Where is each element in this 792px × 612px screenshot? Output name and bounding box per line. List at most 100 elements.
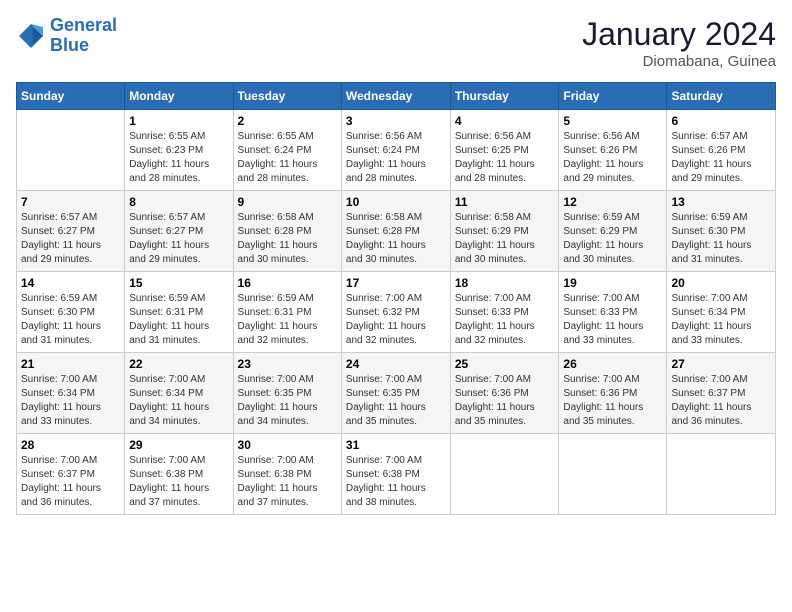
- day-number: 18: [455, 276, 555, 290]
- day-info: Sunrise: 6:57 AMSunset: 6:27 PMDaylight:…: [21, 211, 120, 267]
- day-info: Sunrise: 6:58 AMSunset: 6:28 PMDaylight:…: [238, 211, 337, 267]
- day-number: 23: [238, 357, 337, 371]
- day-number: 5: [563, 114, 662, 128]
- calendar-cell: 14 Sunrise: 6:59 AMSunset: 6:30 PMDayligh…: [17, 272, 125, 353]
- calendar-cell: 4 Sunrise: 6:56 AMSunset: 6:25 PMDaylight…: [450, 110, 559, 191]
- calendar-cell: 2 Sunrise: 6:55 AMSunset: 6:24 PMDaylight…: [233, 110, 341, 191]
- month-year: January 2024: [582, 16, 776, 53]
- calendar-cell: 16 Sunrise: 6:59 AMSunset: 6:31 PMDayligh…: [233, 272, 341, 353]
- calendar-week-row: 7 Sunrise: 6:57 AMSunset: 6:27 PMDaylight…: [17, 191, 776, 272]
- day-number: 11: [455, 195, 555, 209]
- calendar-week-row: 1 Sunrise: 6:55 AMSunset: 6:23 PMDaylight…: [17, 110, 776, 191]
- day-number: 21: [21, 357, 120, 371]
- day-number: 10: [346, 195, 446, 209]
- day-info: Sunrise: 7:00 AMSunset: 6:35 PMDaylight:…: [238, 373, 337, 429]
- day-info: Sunrise: 6:56 AMSunset: 6:25 PMDaylight:…: [455, 130, 555, 186]
- calendar-week-row: 14 Sunrise: 6:59 AMSunset: 6:30 PMDayligh…: [17, 272, 776, 353]
- calendar-cell: 5 Sunrise: 6:56 AMSunset: 6:26 PMDaylight…: [559, 110, 667, 191]
- day-number: 2: [238, 114, 337, 128]
- day-number: 20: [671, 276, 771, 290]
- day-info: Sunrise: 6:55 AMSunset: 6:24 PMDaylight:…: [238, 130, 337, 186]
- day-info: Sunrise: 7:00 AMSunset: 6:34 PMDaylight:…: [671, 292, 771, 348]
- calendar-cell: 12Sunrise: 6:59 AMSunset: 6:29 PMDayligh…: [559, 191, 667, 272]
- calendar-cell: 22 Sunrise: 7:00 AMSunset: 6:34 PMDayligh…: [125, 353, 233, 434]
- calendar-cell: [559, 434, 667, 515]
- day-number: 24: [346, 357, 446, 371]
- day-info: Sunrise: 7:00 AMSunset: 6:36 PMDaylight:…: [455, 373, 555, 429]
- day-info: Sunrise: 7:00 AMSunset: 6:36 PMDaylight:…: [563, 373, 662, 429]
- calendar-cell: 17Sunrise: 7:00 AMSunset: 6:32 PMDayligh…: [341, 272, 450, 353]
- day-number: 12: [563, 195, 662, 209]
- calendar-header-row: SundayMondayTuesdayWednesdayThursdayFrid…: [17, 83, 776, 110]
- calendar-cell: [17, 110, 125, 191]
- calendar-cell: 11 Sunrise: 6:58 AMSunset: 6:29 PMDayligh…: [450, 191, 559, 272]
- page-header: General Blue January 2024 Diomabana, Gui…: [16, 16, 776, 70]
- day-info: Sunrise: 6:59 AMSunset: 6:30 PMDaylight:…: [671, 211, 771, 267]
- calendar-cell: 1 Sunrise: 6:55 AMSunset: 6:23 PMDaylight…: [125, 110, 233, 191]
- day-info: Sunrise: 7:00 AMSunset: 6:37 PMDaylight:…: [21, 454, 120, 510]
- day-info: Sunrise: 6:59 AMSunset: 6:31 PMDaylight:…: [129, 292, 228, 348]
- day-number: 7: [21, 195, 120, 209]
- day-number: 30: [238, 438, 337, 452]
- day-number: 27: [671, 357, 771, 371]
- calendar-cell: [667, 434, 776, 515]
- day-info: Sunrise: 7:00 AMSunset: 6:34 PMDaylight:…: [129, 373, 228, 429]
- calendar-cell: 21 Sunrise: 7:00 AMSunset: 6:34 PMDayligh…: [17, 353, 125, 434]
- day-number: 4: [455, 114, 555, 128]
- day-number: 22: [129, 357, 228, 371]
- day-number: 6: [671, 114, 771, 128]
- day-number: 19: [563, 276, 662, 290]
- day-info: Sunrise: 7:00 AMSunset: 6:35 PMDaylight:…: [346, 373, 446, 429]
- calendar-cell: 23 Sunrise: 7:00 AMSunset: 6:35 PMDayligh…: [233, 353, 341, 434]
- day-of-week-header: Friday: [559, 83, 667, 110]
- location: Diomabana, Guinea: [582, 53, 776, 70]
- day-of-week-header: Monday: [125, 83, 233, 110]
- day-of-week-header: Sunday: [17, 83, 125, 110]
- day-number: 13: [671, 195, 771, 209]
- calendar-cell: 7 Sunrise: 6:57 AMSunset: 6:27 PMDaylight…: [17, 191, 125, 272]
- day-info: Sunrise: 6:56 AMSunset: 6:24 PMDaylight:…: [346, 130, 446, 186]
- calendar-table: SundayMondayTuesdayWednesdayThursdayFrid…: [16, 82, 776, 515]
- day-info: Sunrise: 7:00 AMSunset: 6:34 PMDaylight:…: [21, 373, 120, 429]
- calendar-cell: 19 Sunrise: 7:00 AMSunset: 6:33 PMDayligh…: [559, 272, 667, 353]
- day-number: 28: [21, 438, 120, 452]
- calendar-cell: 31 Sunrise: 7:00 AMSunset: 6:38 PMDayligh…: [341, 434, 450, 515]
- day-number: 8: [129, 195, 228, 209]
- day-of-week-header: Tuesday: [233, 83, 341, 110]
- calendar-cell: 24 Sunrise: 7:00 AMSunset: 6:35 PMDayligh…: [341, 353, 450, 434]
- day-info: Sunrise: 6:57 AMSunset: 6:26 PMDaylight:…: [671, 130, 771, 186]
- day-number: 25: [455, 357, 555, 371]
- day-info: Sunrise: 7:00 AMSunset: 6:38 PMDaylight:…: [238, 454, 337, 510]
- calendar-cell: 20 Sunrise: 7:00 AMSunset: 6:34 PMDayligh…: [667, 272, 776, 353]
- calendar-cell: 13 Sunrise: 6:59 AMSunset: 6:30 PMDayligh…: [667, 191, 776, 272]
- day-info: Sunrise: 6:58 AMSunset: 6:29 PMDaylight:…: [455, 211, 555, 267]
- calendar-week-row: 21 Sunrise: 7:00 AMSunset: 6:34 PMDayligh…: [17, 353, 776, 434]
- day-number: 16: [238, 276, 337, 290]
- calendar-cell: 27 Sunrise: 7:00 AMSunset: 6:37 PMDayligh…: [667, 353, 776, 434]
- day-number: 3: [346, 114, 446, 128]
- day-number: 14: [21, 276, 120, 290]
- day-of-week-header: Saturday: [667, 83, 776, 110]
- logo-icon: [16, 21, 46, 51]
- day-number: 17: [346, 276, 446, 290]
- day-info: Sunrise: 6:55 AMSunset: 6:23 PMDaylight:…: [129, 130, 228, 186]
- day-info: Sunrise: 6:58 AMSunset: 6:28 PMDaylight:…: [346, 211, 446, 267]
- calendar-cell: 18Sunrise: 7:00 AMSunset: 6:33 PMDayligh…: [450, 272, 559, 353]
- calendar-cell: 29Sunrise: 7:00 AMSunset: 6:38 PMDayligh…: [125, 434, 233, 515]
- day-info: Sunrise: 6:57 AMSunset: 6:27 PMDaylight:…: [129, 211, 228, 267]
- day-info: Sunrise: 6:59 AMSunset: 6:31 PMDaylight:…: [238, 292, 337, 348]
- calendar-cell: 25 Sunrise: 7:00 AMSunset: 6:36 PMDayligh…: [450, 353, 559, 434]
- day-info: Sunrise: 7:00 AMSunset: 6:38 PMDaylight:…: [346, 454, 446, 510]
- calendar-cell: 28 Sunrise: 7:00 AMSunset: 6:37 PMDayligh…: [17, 434, 125, 515]
- day-info: Sunrise: 6:59 AMSunset: 6:30 PMDaylight:…: [21, 292, 120, 348]
- logo: General Blue: [16, 16, 117, 56]
- day-number: 1: [129, 114, 228, 128]
- calendar-cell: 6 Sunrise: 6:57 AMSunset: 6:26 PMDaylight…: [667, 110, 776, 191]
- day-info: Sunrise: 7:00 AMSunset: 6:33 PMDaylight:…: [563, 292, 662, 348]
- day-info: Sunrise: 7:00 AMSunset: 6:37 PMDaylight:…: [671, 373, 771, 429]
- calendar-cell: 30 Sunrise: 7:00 AMSunset: 6:38 PMDayligh…: [233, 434, 341, 515]
- day-of-week-header: Wednesday: [341, 83, 450, 110]
- calendar-cell: 26Sunrise: 7:00 AMSunset: 6:36 PMDayligh…: [559, 353, 667, 434]
- day-info: Sunrise: 6:56 AMSunset: 6:26 PMDaylight:…: [563, 130, 662, 186]
- day-number: 31: [346, 438, 446, 452]
